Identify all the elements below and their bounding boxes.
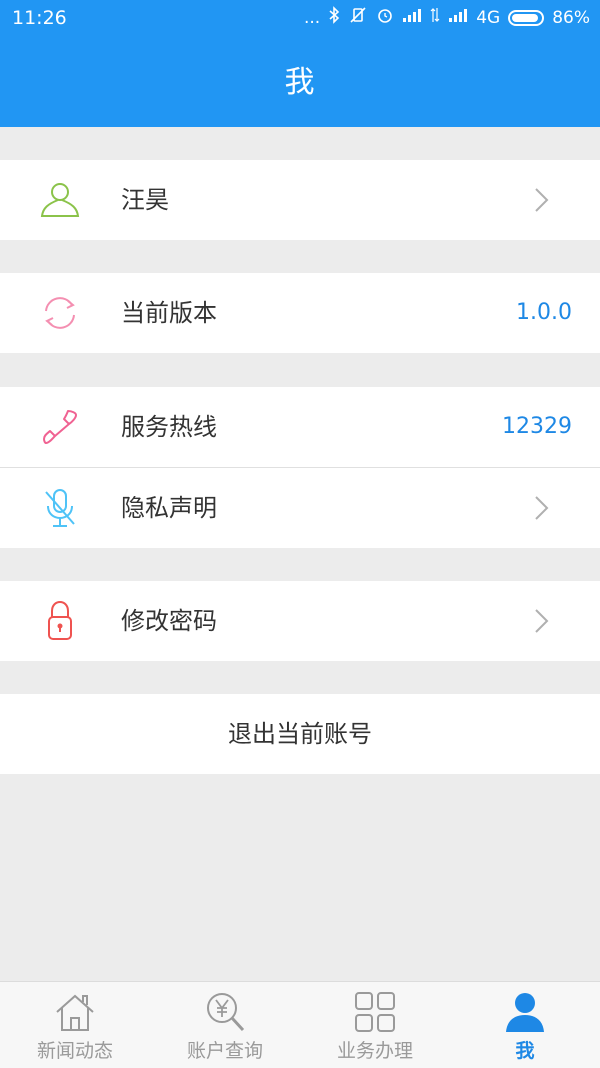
- tab-business[interactable]: 业务办理: [300, 982, 450, 1068]
- person-icon: [503, 990, 547, 1034]
- logout-button[interactable]: 退出当前账号: [0, 694, 600, 774]
- page-title: 我: [284, 65, 316, 100]
- phone-icon: [38, 405, 82, 449]
- alarm-icon: [376, 6, 394, 29]
- battery-icon: [508, 9, 545, 26]
- signal-icon-2: [448, 7, 468, 28]
- version-value: 1.0.0: [516, 300, 572, 325]
- version-label: 当前版本: [121, 299, 217, 327]
- grid-icon: [353, 990, 397, 1034]
- hotline-label: 服务热线: [121, 413, 217, 441]
- bluetooth-icon: [328, 6, 340, 29]
- status-bar: 11:26 ... 4G 86%: [0, 0, 600, 38]
- status-icons: ... 4G 86%: [304, 6, 590, 29]
- profile-row[interactable]: 汪昊: [0, 160, 600, 240]
- hotline-number[interactable]: 12329: [502, 387, 572, 467]
- mic-off-icon: [38, 486, 82, 530]
- chevron-right-icon: [532, 186, 552, 214]
- tab-account-query[interactable]: 账户查询: [150, 982, 300, 1068]
- tab-label: 我: [515, 1040, 535, 1062]
- home-icon: [53, 990, 97, 1034]
- chevron-right-icon: [532, 494, 552, 522]
- vibrate-off-icon: [348, 6, 368, 29]
- hotline-row[interactable]: 服务热线 12329: [0, 387, 600, 467]
- bottom-tab-bar: 新闻动态 账户查询 业务办理 我: [0, 981, 600, 1068]
- status-time: 11:26: [12, 7, 67, 29]
- privacy-row[interactable]: 隐私声明: [0, 468, 600, 548]
- data-arrows-icon: [430, 7, 440, 28]
- lock-icon: [38, 599, 82, 643]
- more-dots-icon: ...: [303, 7, 321, 28]
- change-password-label: 修改密码: [121, 607, 217, 635]
- tab-label: 账户查询: [186, 1040, 263, 1062]
- signal-icon: [402, 7, 422, 28]
- app-bar: 我: [0, 38, 600, 127]
- user-icon: [38, 178, 82, 222]
- tab-me[interactable]: 我: [450, 982, 600, 1068]
- battery-percent: 86%: [552, 7, 590, 28]
- privacy-label: 隐私声明: [121, 494, 217, 522]
- profile-name: 汪昊: [121, 186, 169, 214]
- change-password-row[interactable]: 修改密码: [0, 581, 600, 661]
- tab-news[interactable]: 新闻动态: [0, 982, 150, 1068]
- search-yen-icon: [203, 990, 247, 1034]
- network-type: 4G: [476, 7, 501, 28]
- tab-label: 业务办理: [336, 1040, 413, 1062]
- tab-label: 新闻动态: [36, 1040, 113, 1062]
- refresh-icon: [38, 291, 82, 335]
- version-row[interactable]: 当前版本 1.0.0: [0, 273, 600, 353]
- chevron-right-icon: [532, 607, 552, 635]
